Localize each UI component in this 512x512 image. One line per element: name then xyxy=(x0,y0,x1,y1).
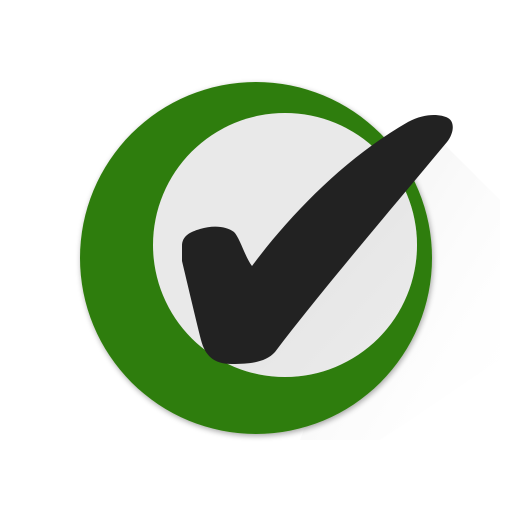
app-icon xyxy=(0,0,512,512)
checkmark-icon xyxy=(80,82,500,440)
